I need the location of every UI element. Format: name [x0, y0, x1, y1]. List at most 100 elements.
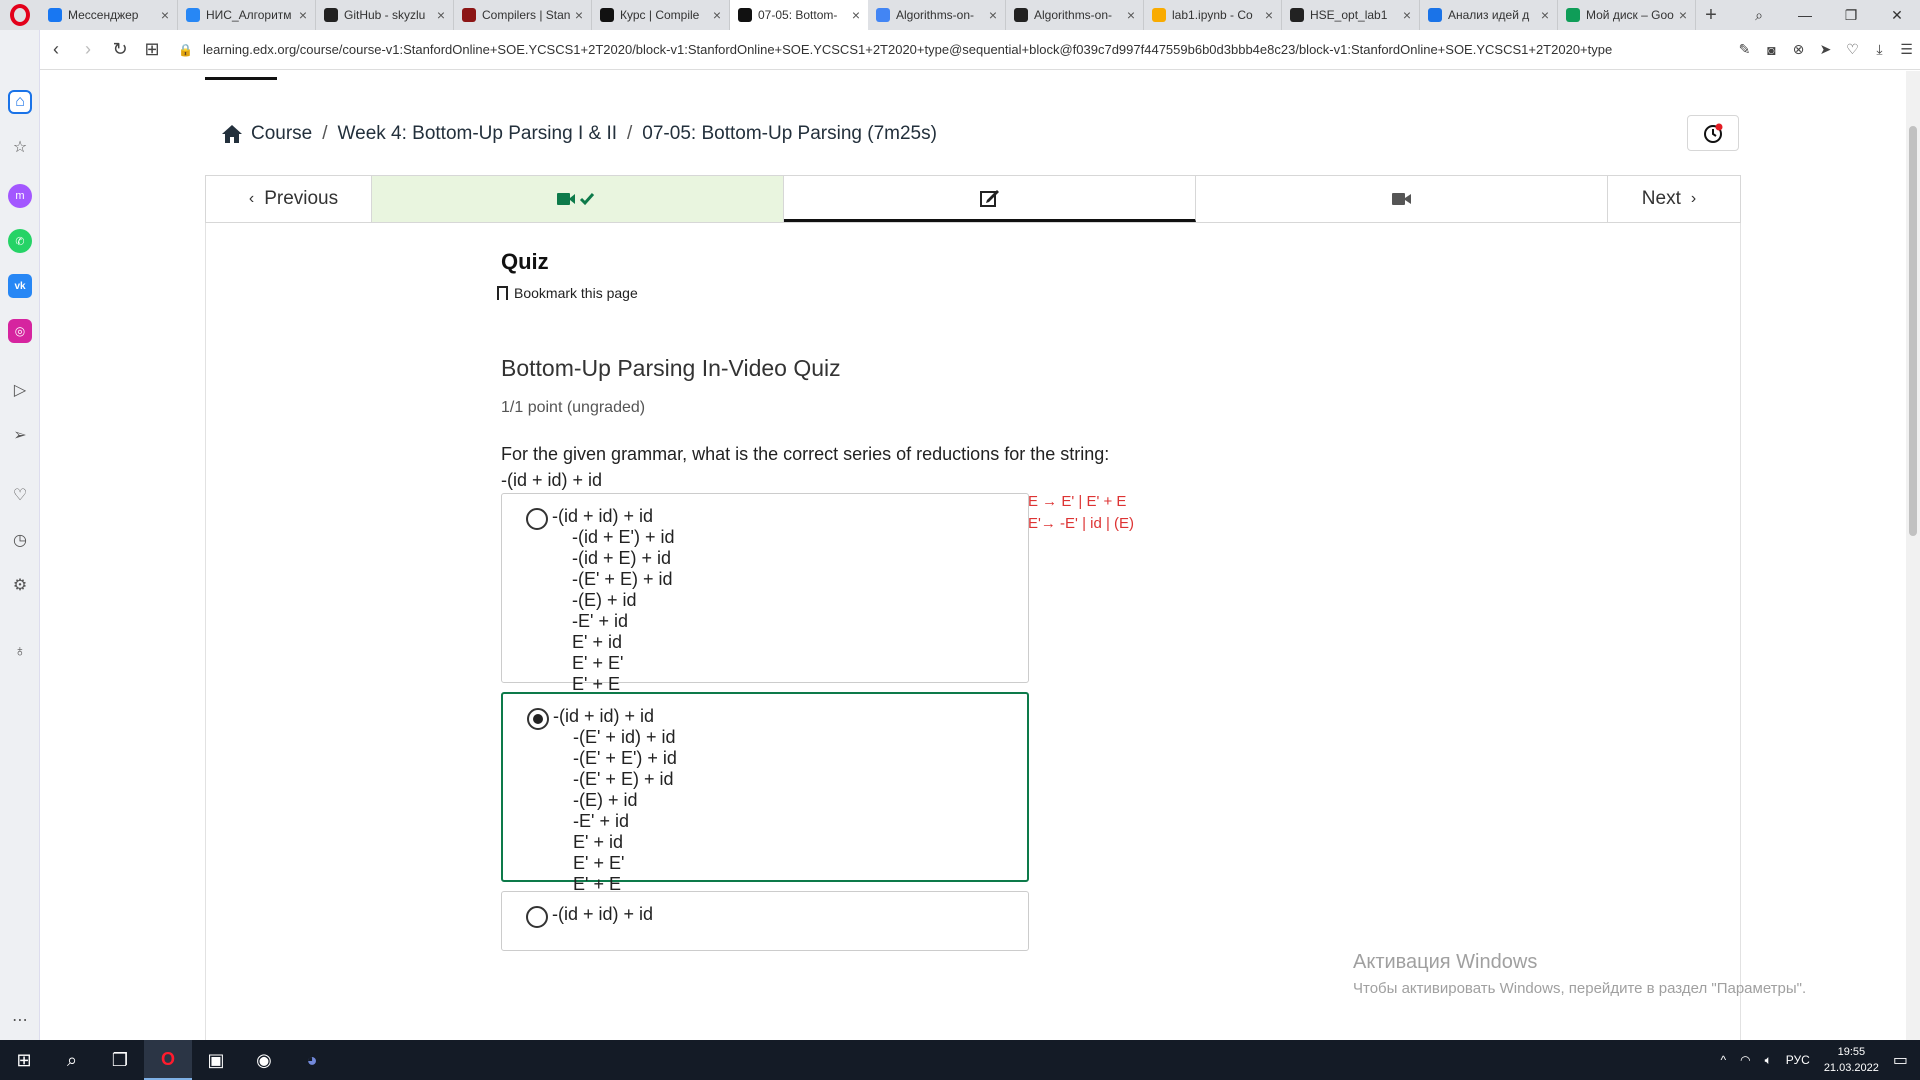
close-tab-icon[interactable]: × — [1265, 7, 1273, 23]
browser-tab[interactable]: lab1.ipynb - Co × — [1144, 0, 1282, 30]
close-tab-icon[interactable]: × — [575, 7, 583, 23]
unit-video[interactable] — [1196, 176, 1608, 222]
browser-tab[interactable]: Курс | Compile × — [592, 0, 730, 30]
close-tab-icon[interactable]: × — [437, 7, 445, 23]
tray-chevron-icon[interactable]: ^ — [1720, 1053, 1726, 1067]
messenger-icon — [48, 8, 62, 22]
browser-tab[interactable]: Мессенджер × — [40, 0, 178, 30]
grammar-image: E → E' | E' + E E'→ -E' | id | (E) — [1028, 491, 1134, 535]
edit-icon[interactable]: ✎ — [1731, 41, 1758, 58]
close-tab-icon[interactable]: × — [299, 7, 307, 23]
tab-title: Анализ идей д — [1448, 8, 1530, 22]
scrollbar-thumb[interactable] — [1909, 126, 1917, 536]
close-tab-icon[interactable]: × — [1403, 7, 1411, 23]
speed-dial-icon[interactable]: ⊞ — [136, 39, 168, 60]
url-field[interactable]: learning.edx.org/course/course-v1:Stanfo… — [193, 42, 1731, 57]
github-icon — [1290, 8, 1304, 22]
derivation-step: -(E) + id — [572, 590, 637, 610]
home-icon[interactable] — [221, 124, 243, 144]
whatsapp-icon[interactable]: ✆ — [8, 229, 32, 253]
forward-button[interactable]: › — [72, 39, 104, 60]
vk-icon[interactable]: vk — [8, 274, 32, 298]
home-icon[interactable]: ⌂ — [8, 90, 32, 114]
next-button[interactable]: Next › — [1608, 176, 1740, 222]
camera-icon[interactable]: ◙ — [1758, 42, 1785, 58]
back-button[interactable]: ‹ — [40, 39, 72, 60]
menu-icon[interactable]: ☰ — [1893, 41, 1920, 58]
settings-icon[interactable]: ⚙ — [8, 573, 32, 597]
more-icon[interactable]: ⋯ — [8, 1008, 32, 1032]
notes-button[interactable] — [1687, 115, 1739, 151]
close-tab-icon[interactable]: × — [713, 7, 721, 23]
answer-choice[interactable]: -(id + id) + id -(E' + id) + id -(E' + E')… — [501, 692, 1029, 915]
tab-title: GitHub - skyzlu — [344, 8, 426, 22]
adblock-icon[interactable]: ⊗ — [1785, 41, 1812, 58]
browser-tab[interactable]: Анализ идей д × — [1420, 0, 1558, 30]
discord-taskbar-icon[interactable]: ◕ — [288, 1040, 336, 1080]
browser-tab[interactable]: 07-05: Bottom- × — [730, 0, 868, 30]
clock[interactable]: 19:55 21.03.2022 — [1824, 1044, 1879, 1076]
tab-title: HSE_opt_lab1 — [1310, 8, 1388, 22]
close-tab-icon[interactable]: × — [1541, 7, 1549, 23]
browser-tab[interactable]: Мой диск – Goo × — [1558, 0, 1696, 30]
minimize-button[interactable]: — — [1782, 7, 1828, 23]
derivation-step: E' + id — [572, 632, 622, 652]
send-icon[interactable]: ➤ — [1812, 41, 1839, 58]
tab-title: Мой диск – Goo — [1586, 8, 1674, 22]
browser-tab[interactable]: Algorithms-on- × — [868, 0, 1006, 30]
vk-icon — [186, 8, 200, 22]
task-view-icon[interactable]: ❐ — [96, 1040, 144, 1080]
unit-problem-current[interactable] — [784, 176, 1196, 222]
browser-tab[interactable]: HSE_opt_lab1 × — [1282, 0, 1420, 30]
page-scrollbar[interactable] — [1906, 71, 1920, 1040]
close-window-button[interactable]: ✕ — [1874, 7, 1920, 24]
messenger-icon[interactable]: m — [8, 184, 32, 208]
radio-button[interactable] — [527, 708, 549, 730]
browser-tab[interactable]: GitHub - skyzlu × — [316, 0, 454, 30]
browser-tab[interactable]: НИС_Алгоритм × — [178, 0, 316, 30]
close-tab-icon[interactable]: × — [989, 7, 997, 23]
previous-button[interactable]: ‹ Previous — [206, 176, 372, 222]
language-indicator[interactable]: РУС — [1786, 1053, 1810, 1067]
browser-tab[interactable]: Algorithms-on- × — [1006, 0, 1144, 30]
unit-video-completed[interactable] — [372, 176, 784, 222]
star-icon[interactable]: ☆ — [8, 135, 32, 159]
search-tabs-icon[interactable]: ⌕ — [1736, 7, 1782, 24]
windows-start-icon[interactable]: ⊞ — [0, 1040, 48, 1080]
browser-tab[interactable]: Compilers | Stan × — [454, 0, 592, 30]
opera-logo-icon[interactable] — [0, 0, 40, 30]
history-icon[interactable]: ◷ — [8, 528, 32, 552]
close-tab-icon[interactable]: × — [161, 7, 169, 23]
notifications-icon[interactable]: ▭ — [1893, 1050, 1908, 1070]
bookmark-button[interactable]: Bookmark this page — [497, 285, 638, 301]
drive-icon — [1566, 8, 1580, 22]
radio-button[interactable] — [526, 508, 548, 530]
download-icon[interactable]: ⤓ — [1866, 41, 1893, 58]
clock-time: 19:55 — [1837, 1046, 1866, 1058]
new-tab-button[interactable]: + — [1696, 4, 1726, 27]
edx-icon — [600, 8, 614, 22]
restore-button[interactable]: ❐ — [1828, 7, 1874, 24]
browser-taskbar-icon[interactable]: ◉ — [240, 1040, 288, 1080]
radio-button[interactable] — [526, 906, 548, 928]
volume-icon[interactable]: 🔈︎ — [1765, 1053, 1772, 1068]
send-icon[interactable]: ➢ — [8, 423, 32, 447]
close-tab-icon[interactable]: × — [1127, 7, 1135, 23]
tips-icon[interactable]: ♁ — [8, 640, 32, 664]
network-icon[interactable]: ◠ — [1740, 1053, 1750, 1067]
player-icon[interactable]: ▷ — [8, 378, 32, 402]
opera-taskbar-icon[interactable]: O — [144, 1040, 192, 1080]
breadcrumb-course[interactable]: Course — [251, 123, 312, 145]
close-tab-icon[interactable]: × — [1679, 7, 1687, 23]
answer-choice[interactable]: -(id + id) + id — [501, 891, 1029, 951]
reload-button[interactable]: ↻ — [104, 39, 136, 60]
breadcrumb-section[interactable]: Week 4: Bottom-Up Parsing I & II — [338, 123, 617, 145]
close-tab-icon[interactable]: × — [852, 7, 860, 23]
search-icon[interactable]: ⌕ — [48, 1040, 96, 1080]
heart-icon[interactable]: ♡ — [1839, 41, 1866, 58]
heart-icon[interactable]: ♡ — [8, 483, 32, 507]
app-taskbar-icon[interactable]: ▣ — [192, 1040, 240, 1080]
instagram-icon[interactable]: ◎ — [8, 319, 32, 343]
answer-choice[interactable]: -(id + id) + id -(id + E') + id -(id + E) … — [501, 493, 1029, 715]
lock-icon[interactable]: 🔒 — [178, 43, 193, 57]
